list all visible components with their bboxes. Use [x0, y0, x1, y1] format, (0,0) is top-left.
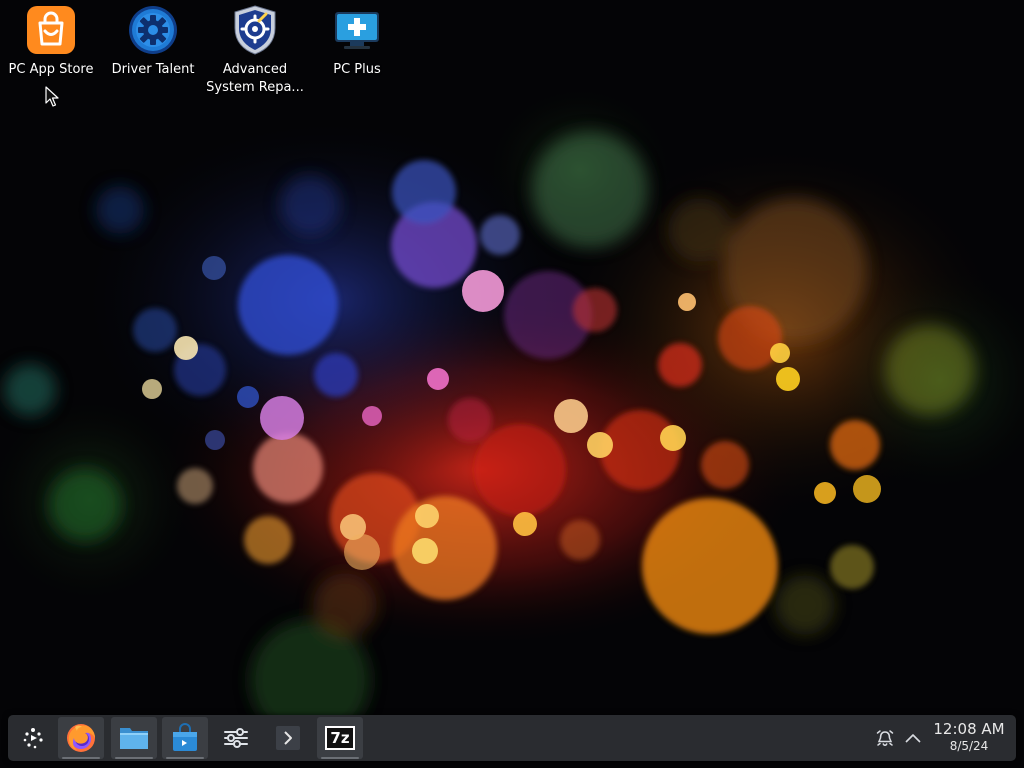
- taskbar-clock[interactable]: 12:08 AM 8/5/24: [930, 720, 1008, 754]
- desktop-icon-label: PC App Store: [8, 62, 94, 77]
- taskbar-settings-button[interactable]: [213, 717, 259, 759]
- folder-icon: [120, 728, 148, 749]
- store-bag-icon: [173, 723, 197, 751]
- shield-icon: [229, 4, 281, 56]
- taskbar-discover-button[interactable]: [162, 717, 208, 759]
- tray-alarm-button[interactable]: [873, 726, 897, 750]
- desktop-icon-pc-app-store[interactable]: PC App Store: [1, 4, 101, 79]
- desktop-icon-driver-talent[interactable]: Driver Talent: [103, 4, 203, 79]
- clock-date: 8/5/24: [949, 739, 989, 753]
- taskbar: 7z 12:08 AM 8/5/24: [8, 715, 1016, 761]
- desktop-icon-advanced-system-repair[interactable]: Advanced System Repa...: [205, 4, 305, 97]
- 7zip-icon-text: 7z: [330, 729, 350, 747]
- desktop-icon-label: PC Plus: [333, 62, 381, 77]
- desktop-icon-label: Advanced System Repa...: [206, 61, 304, 97]
- taskbar-7zip-button[interactable]: 7z: [317, 717, 363, 759]
- clock-time: 12:08 AM: [933, 720, 1005, 738]
- firefox-icon: [67, 724, 95, 752]
- desktop-icon-label: Driver Talent: [111, 62, 195, 77]
- gear-icon: [127, 4, 179, 56]
- tray-expand-button[interactable]: [901, 726, 925, 750]
- taskbar-terminal-button[interactable]: [265, 717, 311, 759]
- taskbar-files-button[interactable]: [111, 717, 157, 759]
- desktop-icon-pc-plus[interactable]: PC Plus: [307, 4, 407, 79]
- medical-monitor-icon: [331, 4, 383, 56]
- taskbar-firefox-button[interactable]: [58, 717, 104, 759]
- expand-tray-icon: [905, 734, 921, 743]
- app-launcher-icon: [23, 728, 43, 749]
- mouse-cursor-icon: [45, 86, 59, 107]
- desktop-icon-label-line2: System Repa...: [206, 80, 304, 95]
- sliders-icon: [224, 728, 248, 748]
- desktop-icon-area: PC App Store Driver Talent Advanced Syst…: [0, 0, 420, 110]
- app-launcher-button[interactable]: [10, 717, 56, 759]
- shopping-bag-icon: [25, 4, 77, 56]
- desktop-icon-label-line1: Advanced: [222, 62, 288, 77]
- desktop-wallpaper: [0, 0, 1024, 768]
- alarm-icon: [876, 730, 894, 746]
- terminal-icon: [276, 726, 300, 750]
